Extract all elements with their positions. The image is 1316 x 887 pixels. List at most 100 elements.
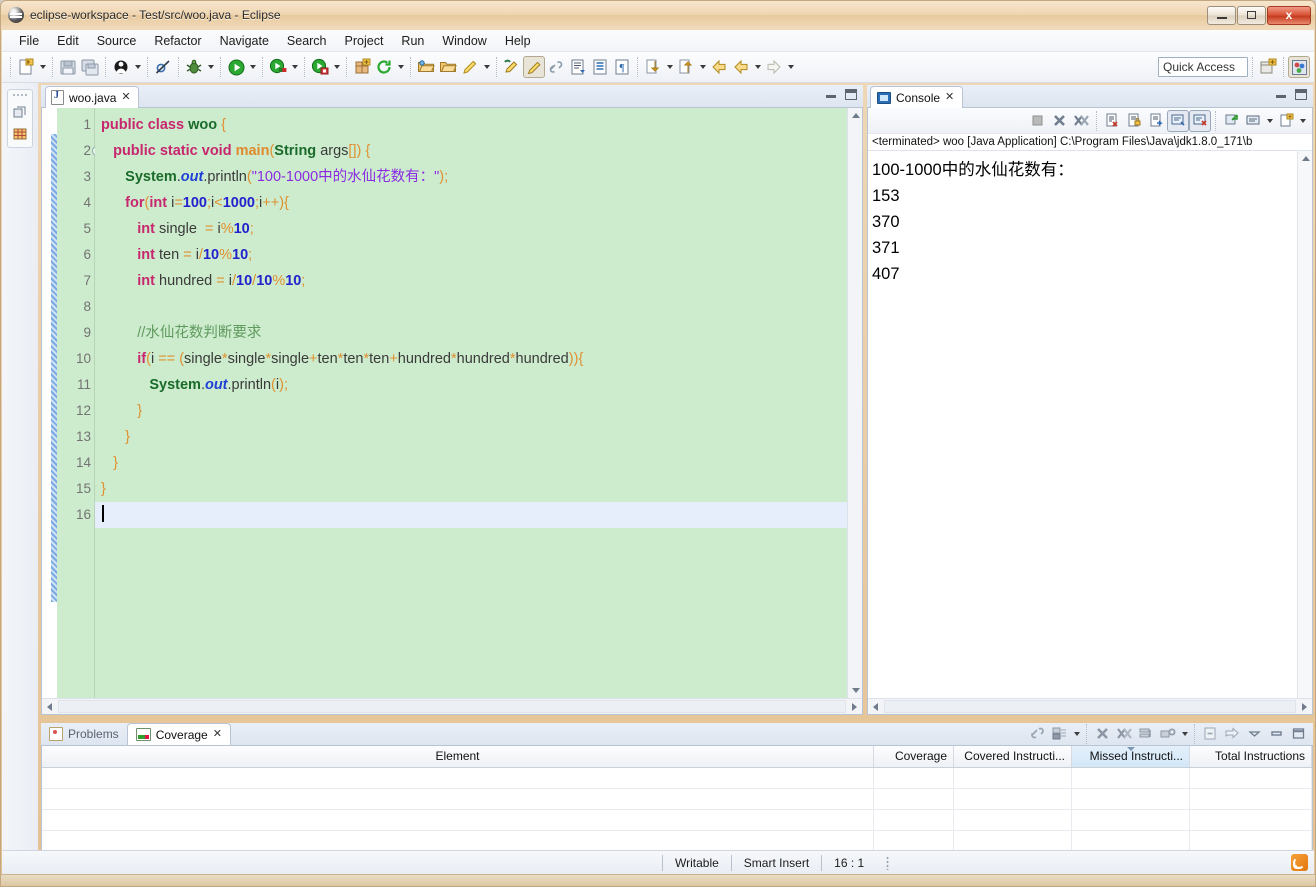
column-header[interactable]: Coverage <box>873 746 954 768</box>
import-session-icon[interactable] <box>1199 723 1221 745</box>
code-line[interactable] <box>95 502 862 528</box>
menu-refactor[interactable]: Refactor <box>145 32 210 50</box>
show-console-error-icon[interactable] <box>1189 109 1211 132</box>
code-line[interactable] <box>95 294 862 320</box>
down-arrow-icon[interactable] <box>642 56 664 78</box>
external-tools-dropdown-arrow[interactable] <box>331 56 342 78</box>
column-header[interactable]: Total Instructions <box>1189 746 1312 768</box>
console-scroll-right-icon[interactable] <box>1297 699 1312 714</box>
forward-arrow-icon[interactable] <box>763 56 785 78</box>
display-console-icon[interactable] <box>1242 110 1264 132</box>
close-icon[interactable]: ✕ <box>945 92 954 103</box>
debug-dropdown-arrow[interactable] <box>205 56 216 78</box>
restore-icon[interactable] <box>12 104 28 120</box>
editor-horizontal-scrollbar[interactable] <box>42 698 862 714</box>
run-dropdown-arrow[interactable] <box>247 56 258 78</box>
annotation-ruler[interactable] <box>42 108 57 698</box>
link-selection-icon[interactable] <box>1027 723 1049 745</box>
code-line[interactable]: } <box>95 476 862 502</box>
open-folder-icon[interactable] <box>415 56 437 78</box>
pencil-dropdown-arrow[interactable] <box>481 56 492 78</box>
hscroll-thumb[interactable] <box>58 700 846 713</box>
rss-feed-icon[interactable] <box>1291 854 1308 871</box>
editor-minimize-button[interactable] <box>826 95 836 98</box>
java-class-dropdown-arrow[interactable] <box>132 56 143 78</box>
scroll-left-icon[interactable] <box>42 699 57 714</box>
editor-maximize-button[interactable] <box>845 89 857 100</box>
java-class-icon[interactable] <box>110 56 132 78</box>
editor-vertical-scrollbar[interactable] <box>847 108 862 698</box>
column-header[interactable]: Element <box>42 746 874 768</box>
back-arrow-icon[interactable] <box>708 56 730 78</box>
remove-all-sessions-xx-icon[interactable] <box>1113 723 1135 745</box>
console-maximize-button[interactable] <box>1295 89 1307 100</box>
console-scroll-up-icon[interactable] <box>1298 151 1312 166</box>
menu-search[interactable]: Search <box>278 32 336 50</box>
code-line[interactable]: } <box>95 398 862 424</box>
forward-dropdown-arrow[interactable] <box>785 56 796 78</box>
code-line[interactable]: System.out.println("100-1000中的水仙花数有："); <box>95 164 862 190</box>
settings-gear-icon[interactable] <box>1157 723 1179 745</box>
column-header[interactable]: Missed Instructi... <box>1071 746 1190 768</box>
select-session-dropdown-arrow[interactable] <box>1071 723 1082 745</box>
open-perspective-icon[interactable] <box>1257 56 1279 78</box>
package-explorer-icon[interactable] <box>12 126 28 142</box>
new-file-icon[interactable] <box>15 56 37 78</box>
debug-bug-icon[interactable] <box>183 56 205 78</box>
console-horizontal-scrollbar[interactable] <box>868 698 1312 714</box>
refresh-dropdown-arrow[interactable] <box>395 56 406 78</box>
menu-edit[interactable]: Edit <box>48 32 88 50</box>
word-wrap-icon[interactable] <box>1145 110 1167 132</box>
save-icon[interactable] <box>57 56 79 78</box>
highlighter-icon[interactable] <box>523 56 545 78</box>
console-output[interactable]: 100-1000中的水仙花数有： 153 370 371 407 <box>868 151 1312 698</box>
console-tab[interactable]: Console ✕ <box>870 86 964 108</box>
down-arrow-dropdown[interactable] <box>664 56 675 78</box>
menu-file[interactable]: File <box>10 32 48 50</box>
open-console-dropdown-arrow[interactable] <box>1297 110 1308 132</box>
export-session-icon[interactable] <box>1221 723 1243 745</box>
skip-breakpoints-icon[interactable] <box>152 56 174 78</box>
stop-square-icon[interactable] <box>1026 110 1048 132</box>
open-console-icon[interactable] <box>1275 110 1297 132</box>
pencil-search-icon[interactable] <box>459 56 481 78</box>
scroll-lock-icon[interactable] <box>1123 110 1145 132</box>
code-line[interactable]: public static void main(String args[]) { <box>95 138 862 164</box>
table-row[interactable] <box>42 830 1312 852</box>
menu-navigate[interactable]: Navigate <box>211 32 278 50</box>
menu-source[interactable]: Source <box>88 32 146 50</box>
view-menu-chevron-icon[interactable] <box>1243 723 1265 745</box>
console-vertical-scrollbar[interactable] <box>1297 151 1312 698</box>
remove-session-x-icon[interactable] <box>1091 723 1113 745</box>
code-line[interactable]: int hundred = i/10/10%10; <box>95 268 862 294</box>
open-task-icon[interactable] <box>437 56 459 78</box>
scroll-up-icon[interactable] <box>848 108 862 123</box>
remove-all-xx-icon[interactable] <box>1070 110 1092 132</box>
up-arrow-icon[interactable] <box>675 56 697 78</box>
maximize-icon[interactable] <box>1287 723 1309 745</box>
whitespace-icon[interactable] <box>589 56 611 78</box>
console-scroll-left-icon[interactable] <box>868 699 883 714</box>
drag-grip-icon[interactable] <box>12 93 28 98</box>
coverage-dropdown-arrow[interactable] <box>289 56 300 78</box>
remove-x-icon[interactable] <box>1048 110 1070 132</box>
window-restore-button[interactable] <box>1237 5 1266 25</box>
menu-window[interactable]: Window <box>433 32 495 50</box>
console-minimize-button[interactable] <box>1276 95 1286 98</box>
pin-console-icon[interactable] <box>1220 110 1242 132</box>
new-file-dropdown-arrow[interactable] <box>37 56 48 78</box>
code-line[interactable]: public class woo { <box>95 112 862 138</box>
select-session-icon[interactable] <box>1049 723 1071 745</box>
code-line[interactable]: } <box>95 450 862 476</box>
minimize-icon[interactable] <box>1265 723 1287 745</box>
coverage-icon[interactable] <box>267 56 289 78</box>
last-edit-icon[interactable] <box>501 56 523 78</box>
code-line[interactable]: //水仙花数判断要求 <box>95 320 862 346</box>
column-header[interactable]: Covered Instructi... <box>953 746 1072 768</box>
back-history-icon[interactable] <box>730 56 752 78</box>
display-console-dropdown-arrow[interactable] <box>1264 110 1275 132</box>
table-row[interactable] <box>42 788 1312 810</box>
settings-dropdown-arrow[interactable] <box>1179 723 1190 745</box>
scroll-right-icon[interactable] <box>847 699 862 714</box>
scroll-down-icon[interactable] <box>848 683 862 698</box>
